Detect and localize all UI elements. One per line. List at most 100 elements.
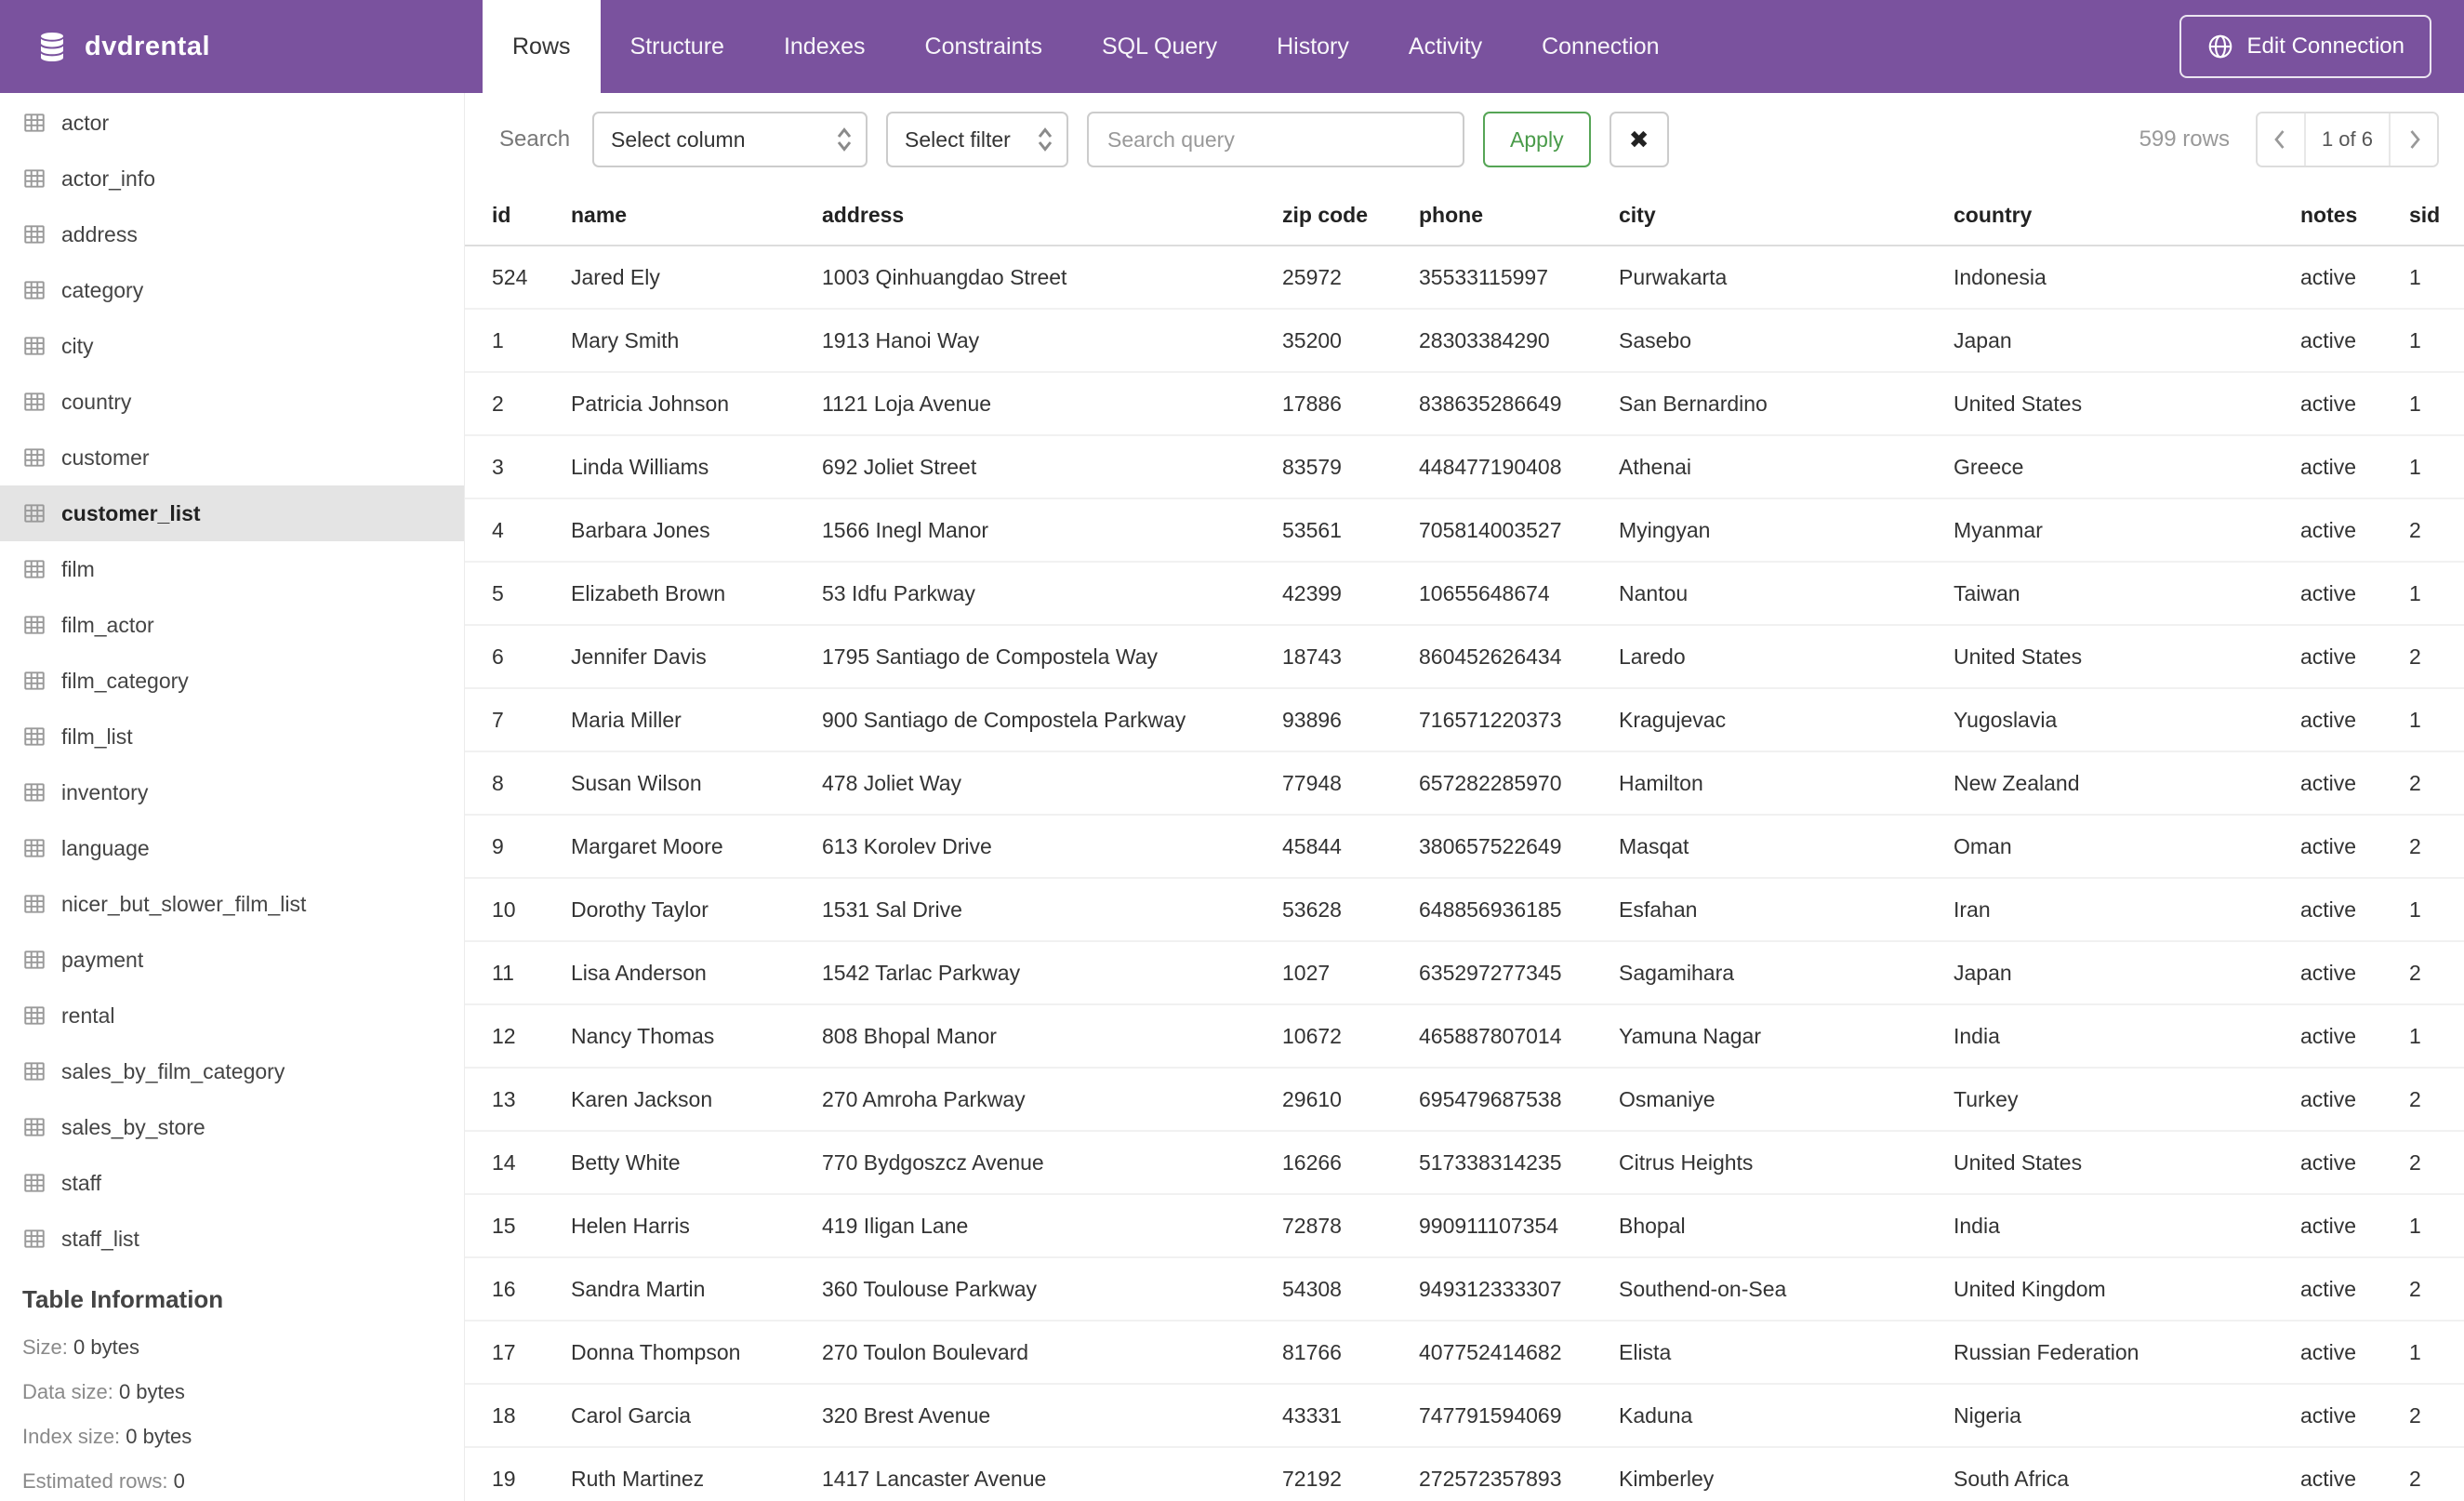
- table-row[interactable]: 3 Linda Williams 692 Joliet Street 83579 448…: [465, 435, 2464, 499]
- table-cell: United States: [1954, 625, 2300, 689]
- table-cell: 54308: [1282, 1257, 1419, 1322]
- previous-page-button[interactable]: [2257, 113, 2304, 166]
- table-cell: United States: [1954, 1131, 2300, 1195]
- table-grid-icon: [24, 1006, 45, 1025]
- table-cell: Myanmar: [1954, 498, 2300, 563]
- sidebar-item-actor[interactable]: actor: [0, 95, 464, 151]
- search-query-input[interactable]: [1087, 112, 1465, 167]
- sidebar-item-label: rental: [61, 1003, 115, 1028]
- sidebar-item-category[interactable]: category: [0, 262, 464, 318]
- table-row[interactable]: 4 Barbara Jones 1566 Inegl Manor 53561 70581…: [465, 498, 2464, 563]
- table-row[interactable]: 2 Patricia Johnson 1121 Loja Avenue 17886 83…: [465, 372, 2464, 436]
- table-cell: Maria Miller: [571, 688, 822, 752]
- sidebar-item-sales_by_film_category[interactable]: sales_by_film_category: [0, 1043, 464, 1099]
- table-row[interactable]: 1 Mary Smith 1913 Hanoi Way 35200 2830338429…: [465, 309, 2464, 373]
- sidebar-item-customer_list[interactable]: customer_list: [0, 485, 464, 541]
- table-cell: 2: [2409, 1068, 2464, 1132]
- sidebar-item-inventory[interactable]: inventory: [0, 764, 464, 820]
- table-cell: 42399: [1282, 562, 1419, 626]
- sidebar-item-payment[interactable]: payment: [0, 932, 464, 988]
- column-header-notes[interactable]: notes: [2300, 186, 2409, 246]
- table-cell: 43331: [1282, 1384, 1419, 1448]
- table-row[interactable]: 12 Nancy Thomas 808 Bhopal Manor 10672 46588…: [465, 1004, 2464, 1069]
- sidebar-item-label: address: [61, 221, 138, 246]
- table-row[interactable]: 8 Susan Wilson 478 Joliet Way 77948 65728228…: [465, 751, 2464, 816]
- table-row[interactable]: 15 Helen Harris 419 Iligan Lane 72878 990911…: [465, 1194, 2464, 1258]
- sidebar-item-film_actor[interactable]: film_actor: [0, 597, 464, 653]
- column-header-zip-code[interactable]: zip code: [1282, 186, 1419, 246]
- table-row[interactable]: 6 Jennifer Davis 1795 Santiago de Composte…: [465, 625, 2464, 689]
- table-cell: 648856936185: [1419, 878, 1619, 942]
- table-cell: 524: [465, 246, 571, 310]
- sidebar-item-rental[interactable]: rental: [0, 988, 464, 1043]
- table-cell: 9: [465, 815, 571, 879]
- table-cell: Turkey: [1954, 1068, 2300, 1132]
- app-header: dvdrental Rows Structure Indexes Constraint…: [0, 0, 2464, 93]
- sidebar-item-sales_by_store[interactable]: sales_by_store: [0, 1099, 464, 1155]
- column-header-sid[interactable]: sid: [2409, 186, 2464, 246]
- column-header-id[interactable]: id: [465, 186, 571, 246]
- table-row[interactable]: 10 Dorothy Taylor 1531 Sal Drive 53628 64885…: [465, 878, 2464, 942]
- sidebar-item-nicer_but_slower_film_list[interactable]: nicer_but_slower_film_list: [0, 876, 464, 932]
- column-header-city[interactable]: city: [1619, 186, 1954, 246]
- table-cell: 448477190408: [1419, 435, 1619, 499]
- sidebar-item-staff[interactable]: staff: [0, 1155, 464, 1211]
- column-header-address[interactable]: address: [822, 186, 1282, 246]
- table-cell: 747791594069: [1419, 1384, 1619, 1448]
- table-row[interactable]: 14 Betty White 770 Bydgoszcz Avenue 16266 51…: [465, 1131, 2464, 1195]
- table-row[interactable]: 5 Elizabeth Brown 53 Idfu Parkway 42399 1065…: [465, 562, 2464, 626]
- sidebar-item-customer[interactable]: customer: [0, 430, 464, 485]
- table-cell: active: [2300, 1257, 2409, 1322]
- tab-structure[interactable]: Structure: [601, 0, 754, 93]
- table-row[interactable]: 9 Margaret Moore 613 Korolev Drive 45844 380…: [465, 815, 2464, 879]
- table-row[interactable]: 13 Karen Jackson 270 Amroha Parkway 29610 69…: [465, 1068, 2464, 1132]
- table-cell: Bhopal: [1619, 1194, 1954, 1258]
- tab-rows[interactable]: Rows: [483, 0, 601, 93]
- table-row[interactable]: 524 Jared Ely 1003 Qinhuangdao Street 25972…: [465, 246, 2464, 310]
- sidebar-item-staff_list[interactable]: staff_list: [0, 1211, 464, 1267]
- edit-connection-button[interactable]: Edit Connection: [2179, 15, 2431, 78]
- tab-sql-query[interactable]: SQL Query: [1072, 0, 1247, 93]
- table-cell: 2: [2409, 1131, 2464, 1195]
- table-grid-icon: [24, 560, 45, 578]
- tab-constraints[interactable]: Constraints: [895, 0, 1072, 93]
- table-cell: 1795 Santiago de Compostela Way: [822, 625, 1282, 689]
- search-toolbar: Search Select column Select filter Apply…: [465, 93, 2464, 186]
- sidebar-item-country[interactable]: country: [0, 374, 464, 430]
- sidebar-item-actor_info[interactable]: actor_info: [0, 151, 464, 206]
- table-cell: Taiwan: [1954, 562, 2300, 626]
- table-row[interactable]: 7 Maria Miller 900 Santiago de Compostela …: [465, 688, 2464, 752]
- table-cell: 12: [465, 1004, 571, 1069]
- column-select[interactable]: Select column: [592, 112, 868, 167]
- filter-select[interactable]: Select filter: [886, 112, 1069, 167]
- column-header-name[interactable]: name: [571, 186, 822, 246]
- table-grid-icon: [24, 727, 45, 746]
- table-row[interactable]: 16 Sandra Martin 360 Toulouse Parkway 54308…: [465, 1257, 2464, 1322]
- tab-connection[interactable]: Connection: [1512, 0, 1689, 93]
- sidebar-item-film_category[interactable]: film_category: [0, 653, 464, 709]
- table-row[interactable]: 19 Ruth Martinez 1417 Lancaster Avenue 7219…: [465, 1447, 2464, 1501]
- table-cell: Hamilton: [1619, 751, 1954, 816]
- clear-search-button[interactable]: ✖: [1609, 112, 1669, 167]
- table-row[interactable]: 11 Lisa Anderson 1542 Tarlac Parkway 1027 63…: [465, 941, 2464, 1005]
- table-cell: Nigeria: [1954, 1384, 2300, 1448]
- table-cell: active: [2300, 1321, 2409, 1385]
- table-cell: 53628: [1282, 878, 1419, 942]
- column-header-phone[interactable]: phone: [1419, 186, 1619, 246]
- table-cell: 1: [2409, 246, 2464, 310]
- next-page-button[interactable]: [2391, 113, 2437, 166]
- column-header-country[interactable]: country: [1954, 186, 2300, 246]
- table-row[interactable]: 18 Carol Garcia 320 Brest Avenue 43331 74779…: [465, 1384, 2464, 1448]
- table-cell: 635297277345: [1419, 941, 1619, 1005]
- sidebar-item-language[interactable]: language: [0, 820, 464, 876]
- sidebar-item-film[interactable]: film: [0, 541, 464, 597]
- tab-activity[interactable]: Activity: [1379, 0, 1512, 93]
- apply-button[interactable]: Apply: [1483, 112, 1591, 167]
- sidebar-item-film_list[interactable]: film_list: [0, 709, 464, 764]
- table-row[interactable]: 17 Donna Thompson 270 Toulon Boulevard 8176…: [465, 1321, 2464, 1385]
- tab-indexes[interactable]: Indexes: [754, 0, 895, 93]
- tab-history[interactable]: History: [1247, 0, 1379, 93]
- table-information-title: Table Information: [22, 1285, 224, 1313]
- sidebar-item-address[interactable]: address: [0, 206, 464, 262]
- sidebar-item-city[interactable]: city: [0, 318, 464, 374]
